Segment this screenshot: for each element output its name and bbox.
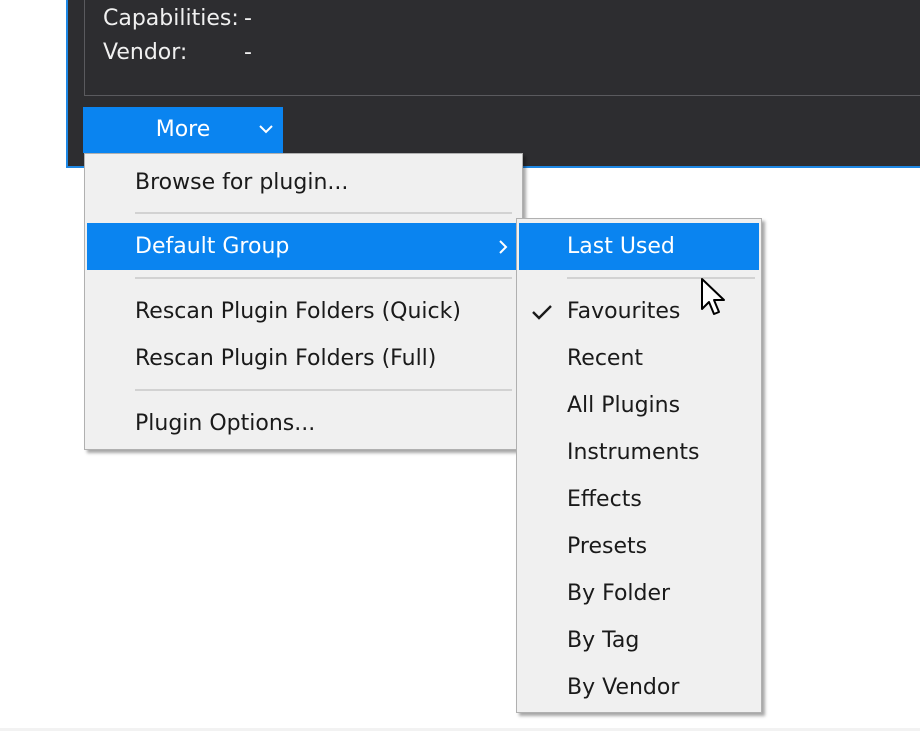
- submenu-item-label: Last Used: [567, 234, 675, 259]
- vendor-value: -: [244, 40, 252, 65]
- menu-item-default-group[interactable]: Default Group: [87, 223, 520, 270]
- submenu-item-presets[interactable]: Presets: [517, 523, 761, 570]
- submenu-item-instruments[interactable]: Instruments: [517, 429, 761, 476]
- capabilities-label: Capabilities:: [103, 6, 239, 31]
- menu-separator: [135, 277, 512, 279]
- submenu-item-all-plugins[interactable]: All Plugins: [517, 382, 761, 429]
- more-menu: Browse for plugin... Default Group Resca…: [84, 153, 523, 450]
- menu-item-rescan-quick[interactable]: Rescan Plugin Folders (Quick): [85, 288, 522, 335]
- more-button[interactable]: More: [83, 107, 283, 153]
- submenu-item-label: Recent: [567, 346, 644, 371]
- menu-item-label: Browse for plugin...: [135, 170, 349, 195]
- submenu-item-label: Favourites: [567, 299, 681, 324]
- more-button-label: More: [155, 117, 211, 142]
- menu-item-browse-for-plugin[interactable]: Browse for plugin...: [85, 159, 522, 206]
- submenu-item-recent[interactable]: Recent: [517, 335, 761, 382]
- submenu-item-last-used[interactable]: Last Used: [519, 223, 759, 270]
- menu-item-label: Default Group: [135, 234, 290, 259]
- chevron-right-icon: [499, 240, 508, 254]
- vendor-row: Vendor: -: [103, 38, 252, 68]
- submenu-item-label: By Vendor: [567, 675, 680, 700]
- menu-item-label: Rescan Plugin Folders (Full): [135, 346, 437, 371]
- submenu-item-label: Presets: [567, 534, 648, 559]
- menu-separator: [135, 212, 512, 214]
- menu-item-label: Plugin Options...: [135, 411, 316, 436]
- capabilities-row: Capabilities: -: [103, 4, 252, 34]
- checkmark-icon: [532, 305, 552, 320]
- submenu-item-label: By Folder: [567, 581, 671, 606]
- menu-item-plugin-options[interactable]: Plugin Options...: [85, 400, 522, 447]
- submenu-item-label: Effects: [567, 487, 642, 512]
- chevron-down-icon: [259, 125, 273, 134]
- submenu-item-label: Instruments: [567, 440, 700, 465]
- menu-separator: [135, 389, 512, 391]
- submenu-item-by-folder[interactable]: By Folder: [517, 570, 761, 617]
- mouse-pointer-icon: [701, 278, 725, 315]
- vendor-label: Vendor:: [103, 40, 188, 65]
- submenu-item-label: All Plugins: [567, 393, 681, 418]
- capabilities-value: -: [244, 6, 252, 31]
- submenu-item-label: By Tag: [567, 628, 640, 653]
- menu-item-label: Rescan Plugin Folders (Quick): [135, 299, 461, 324]
- stage: Capabilities: - Vendor: - More Browse fo…: [0, 0, 920, 731]
- submenu-item-by-tag[interactable]: By Tag: [517, 617, 761, 664]
- submenu-item-by-vendor[interactable]: By Vendor: [517, 664, 761, 711]
- submenu-item-effects[interactable]: Effects: [517, 476, 761, 523]
- menu-item-rescan-full[interactable]: Rescan Plugin Folders (Full): [85, 335, 522, 382]
